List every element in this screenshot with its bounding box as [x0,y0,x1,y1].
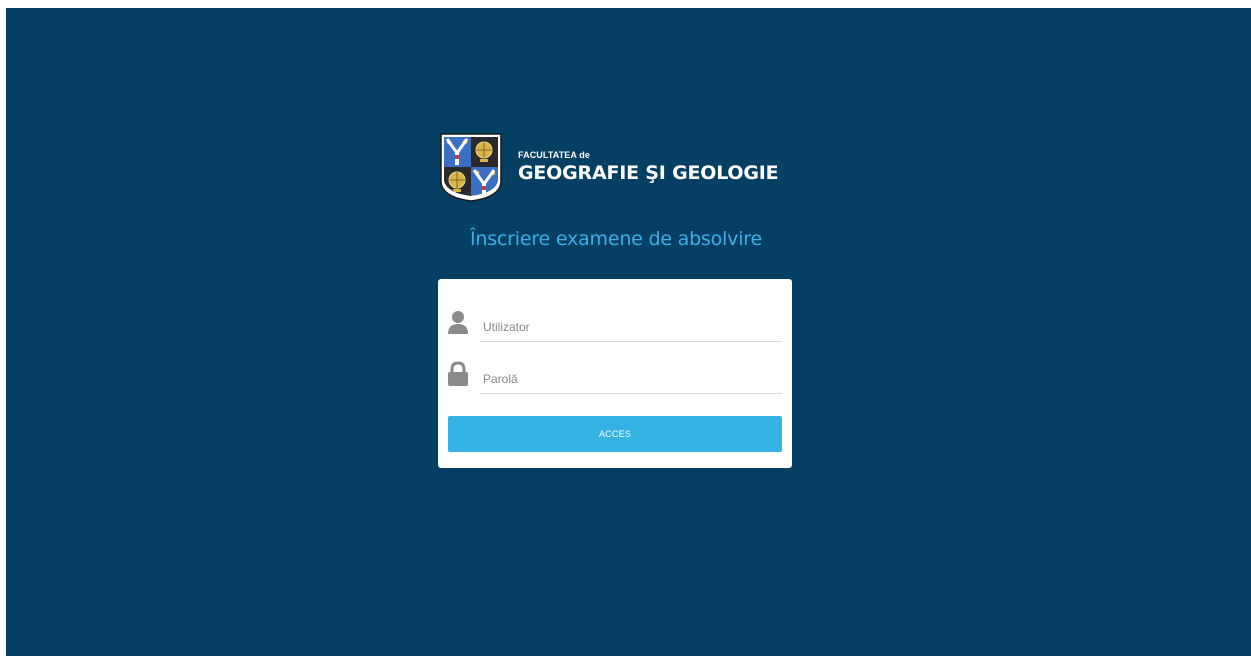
app-background: FACULTATEA de GEOGRAFIE ŞI GEOLOGIE Însc… [6,8,1251,656]
faculty-crest-icon [440,133,502,202]
password-field-row [438,359,792,399]
user-icon [448,311,468,334]
username-field-row [438,307,792,347]
page-title: Înscriere examene de absolvire [469,228,762,250]
password-input[interactable] [480,364,782,394]
username-input[interactable] [480,312,782,342]
lock-icon [448,361,468,386]
access-button[interactable]: ACCES [448,416,782,452]
faculty-logo: FACULTATEA de GEOGRAFIE ŞI GEOLOGIE [438,130,798,204]
faculty-name: FACULTATEA de GEOGRAFIE ŞI GEOLOGIE [518,149,779,185]
faculty-name-line1: FACULTATEA de [518,149,590,160]
login-form: ACCES [438,279,792,468]
faculty-name-line2: GEOGRAFIE ŞI GEOLOGIE [518,161,779,184]
